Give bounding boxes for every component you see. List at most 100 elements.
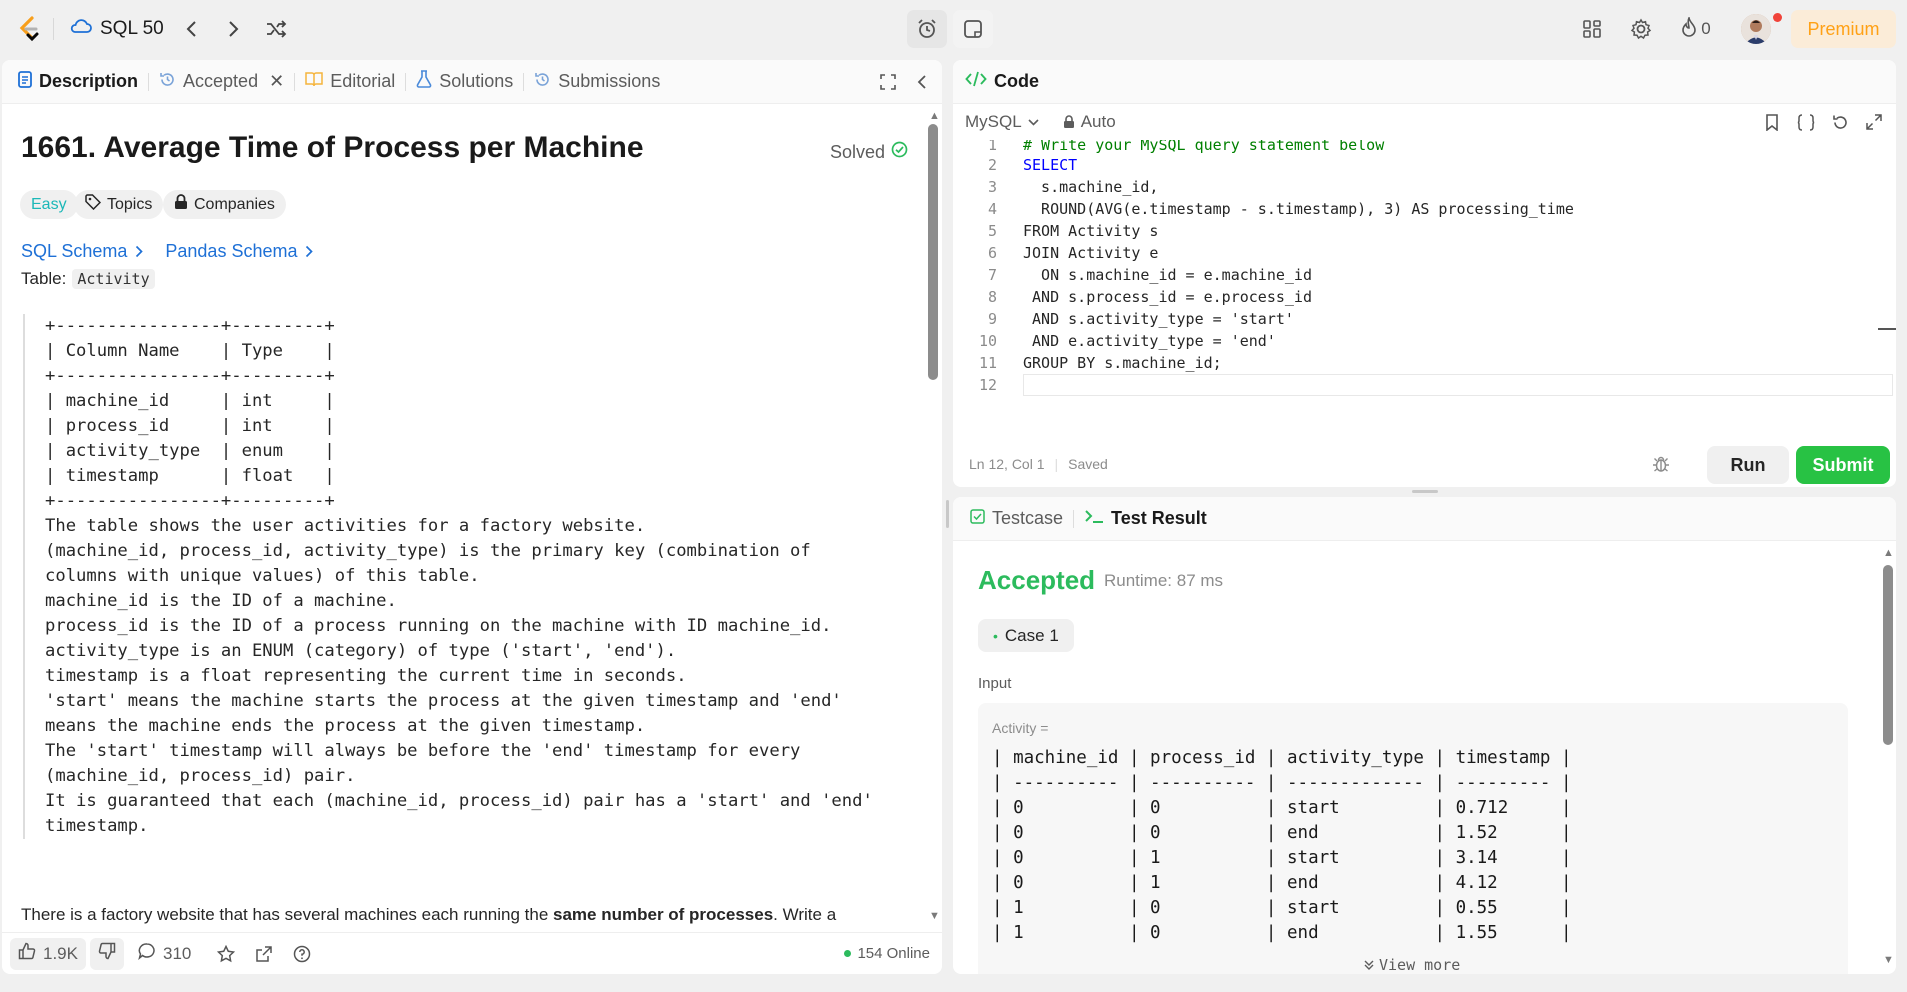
tab-test-result[interactable]: Test Result [1074,497,1217,541]
editor-toolbar: MySQL Auto [953,104,1896,140]
code-editor[interactable]: 1 # Write your MySQL query statement belo… [953,140,1896,440]
auto-mode[interactable]: Auto [1063,112,1116,132]
input-table: | machine_id | process_id | activity_typ… [992,748,1572,943]
code-brackets-icon [965,71,987,92]
scroll-up-arrow-icon[interactable]: ▲ [1883,547,1894,559]
code-line: 2 SELECT [987,156,1078,174]
share-icon[interactable] [255,945,273,963]
description-panel: Description Accepted ✕ Editorial Solutio… [2,60,942,974]
chevron-down-icon [1028,118,1039,126]
code-line: 12 [978,376,997,394]
auto-label: Auto [1080,112,1116,131]
code-line-text: JOIN Activity e [1023,244,1159,262]
flask-icon [416,70,432,93]
online-label: 154 Online [857,945,930,962]
code-line: 11 GROUP BY s.machine_id; [978,354,1222,372]
code-line: 4 ROUND(AVG(e.timestamp - s.timestamp), … [987,200,1574,218]
double-chevron-down-icon [1364,960,1374,970]
language-select[interactable]: MySQL [965,112,1039,132]
sql-schema-label: SQL Schema [21,241,128,261]
companies-button[interactable]: Companies [163,190,286,219]
tab-accepted[interactable]: Accepted ✕ [149,60,294,104]
tab-label: Accepted [183,71,259,91]
code-line-text: s.machine_id, [1023,178,1159,196]
tab-label: Solutions [439,71,514,91]
verdict-heading: Accepted [978,565,1096,595]
reset-icon[interactable] [1831,113,1849,131]
scroll-up-arrow-icon[interactable]: ▲ [929,110,940,122]
left-scrollbar[interactable] [928,124,938,380]
desc-text-end: . Write a [773,905,837,924]
prev-problem-icon[interactable] [180,17,202,41]
user-avatar[interactable] [1741,14,1771,44]
code-line: 10 AND e.activity_type = 'end' [978,332,1276,350]
study-plan-nav[interactable]: SQL 50 [70,16,164,42]
sql-schema-link[interactable]: SQL Schema [21,241,144,262]
code-line: 3 s.machine_id, [987,178,1159,196]
submit-button[interactable]: Submit [1796,446,1890,484]
collapse-panel-icon[interactable] [914,72,930,92]
run-button[interactable]: Run [1707,446,1789,484]
comments-button[interactable]: 310 [138,942,191,965]
tab-label: Description [39,71,139,91]
shuffle-icon[interactable] [263,17,289,41]
terminal-icon [1084,508,1104,529]
close-tab-icon[interactable]: ✕ [269,71,284,92]
tab-description[interactable]: Description [2,60,148,104]
document-icon [18,70,32,93]
chevron-right-icon [306,245,314,258]
scroll-down-arrow-icon[interactable]: ▼ [1883,954,1894,966]
help-icon[interactable] [293,945,311,963]
topics-label: Topics [107,195,153,213]
desc-bold: same number of processes [553,905,774,924]
case-tab[interactable]: • Case 1 [978,619,1074,652]
result-tab-bar: Testcase Test Result [953,497,1896,541]
format-braces-icon[interactable] [1796,113,1816,131]
input-heading: Input [978,675,1012,692]
code-line-text: AND s.process_id = e.process_id [1023,288,1312,306]
apps-grid-icon[interactable] [1579,17,1605,41]
view-more-button[interactable]: View more [1363,956,1460,974]
debug-bug-icon[interactable] [1650,454,1672,474]
tab-submissions[interactable]: Submissions [524,60,670,104]
result-scrollbar[interactable] [1883,565,1893,745]
cloud-icon [70,18,92,40]
code-line: 5 FROM Activity s [987,222,1159,240]
pandas-schema-link[interactable]: Pandas Schema [165,241,314,262]
code-line-text: GROUP BY s.machine_id; [1023,354,1222,372]
code-tab-label: Code [994,71,1039,91]
check-circle-icon [891,141,908,163]
favorite-star-icon[interactable] [217,944,236,963]
panel-resize-handle[interactable] [1412,490,1438,493]
like-button[interactable]: 1.9K [10,937,86,970]
tab-code[interactable]: Code [953,60,1049,104]
solved-status: Solved [830,141,908,163]
tab-solutions[interactable]: Solutions [406,60,523,104]
description-footer: 1.9K 310 154 Online [2,932,942,974]
tab-label: Editorial [330,71,396,91]
streak-counter[interactable]: 0 [1676,15,1716,41]
tab-testcase[interactable]: Testcase [953,497,1073,541]
code-line-text: AND s.activity_type = 'start' [1023,310,1294,328]
alarm-clock-icon [913,17,941,41]
topics-button[interactable]: Topics [74,190,164,219]
maximize-icon[interactable] [878,72,898,92]
book-icon [305,71,323,92]
thumbs-down-icon [98,942,116,965]
scroll-down-arrow-icon[interactable]: ▼ [929,910,940,922]
tag-icon [85,194,102,215]
dislike-button[interactable] [89,937,124,970]
notification-dot [1773,13,1782,22]
next-problem-icon[interactable] [223,17,245,41]
tab-editorial[interactable]: Editorial [295,60,405,104]
settings-gear-icon[interactable] [1628,17,1654,41]
expand-icon[interactable] [1865,113,1883,131]
bookmark-icon[interactable] [1763,113,1781,131]
bottom-strip [0,976,1907,992]
vertical-resize-handle[interactable] [946,500,949,528]
code-panel: Code MySQL Auto 1 # Write your MySQL quer… [953,60,1896,487]
premium-button[interactable]: Premium [1791,10,1896,48]
language-label: MySQL [965,112,1022,131]
history-icon [534,71,551,93]
leetcode-logo-icon[interactable] [14,14,44,44]
